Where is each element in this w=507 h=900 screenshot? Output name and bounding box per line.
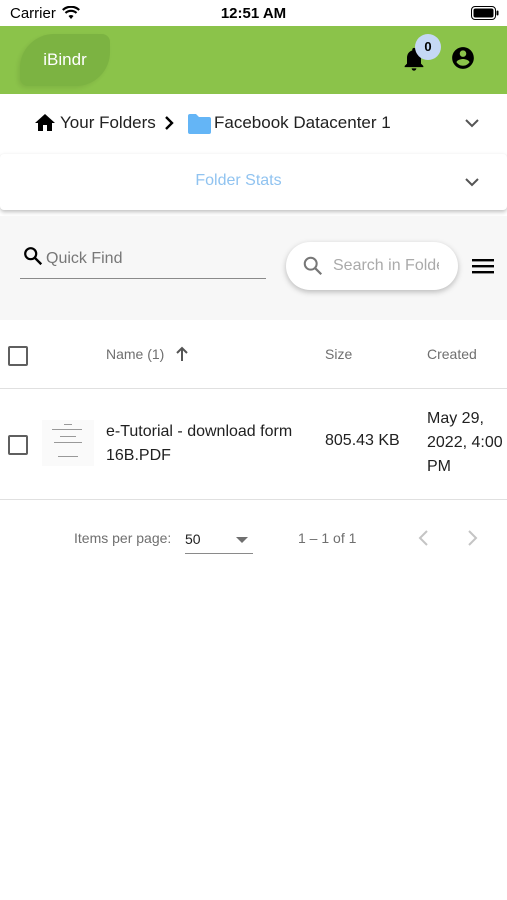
table-header: Name (1) Size Created [0, 320, 507, 389]
page-range-label: 1 – 1 of 1 [298, 530, 357, 546]
chevron-left-icon[interactable] [414, 527, 434, 554]
battery-icon [471, 6, 499, 25]
quick-find-input[interactable] [46, 250, 264, 268]
file-thumbnail[interactable] [42, 420, 94, 466]
created-column-header[interactable]: Created [427, 346, 477, 362]
size-column-header[interactable]: Size [325, 346, 352, 362]
account-icon[interactable] [450, 45, 476, 76]
folder-icon [186, 113, 212, 140]
breadcrumb-current: Facebook Datacenter 1 [214, 113, 391, 132]
arrow-up-icon[interactable] [174, 345, 190, 368]
chevron-down-icon[interactable] [462, 175, 482, 196]
select-all-checkbox[interactable] [8, 346, 28, 366]
breadcrumb: Your Folders Facebook Datacenter 1 [0, 94, 507, 152]
status-bar: Carrier 12:51 AM [0, 0, 507, 26]
file-name[interactable]: e-Tutorial - download form 16B.PDF [106, 420, 316, 468]
folder-stats-panel[interactable]: Folder Stats [0, 154, 507, 210]
folder-stats-title: Folder Stats [195, 172, 282, 189]
notification-badge: 0 [415, 34, 441, 60]
paginator: Items per page: 50 1 – 1 of 1 [0, 500, 507, 576]
clock: 12:51 AM [220, 5, 287, 22]
search-icon [302, 255, 324, 282]
items-per-page-select[interactable]: 50 [185, 527, 253, 554]
menu-icon[interactable] [471, 256, 495, 281]
row-checkbox[interactable] [8, 435, 28, 455]
file-created: May 29, 2022, 4:00 PM [427, 410, 503, 475]
app-logo[interactable]: iBindr [20, 34, 110, 86]
search-toolbar [0, 216, 507, 320]
folder-search-box[interactable] [286, 242, 458, 290]
folder-search-input[interactable] [333, 257, 439, 275]
home-icon[interactable] [33, 111, 57, 140]
items-per-page-label: Items per page: [74, 530, 172, 546]
quick-find-underline [20, 278, 266, 279]
breadcrumb-root[interactable]: Your Folders [60, 113, 156, 133]
search-icon [22, 245, 44, 272]
chevron-right-icon[interactable] [462, 527, 482, 554]
name-column-header[interactable]: Name (1) [106, 346, 164, 362]
file-size: 805.43 KB [325, 432, 400, 449]
dropdown-caret-icon [236, 537, 248, 543]
chevron-down-icon[interactable] [462, 116, 482, 137]
chevron-right-icon [162, 113, 178, 138]
app-bar: iBindr 0 [0, 26, 507, 94]
table-row[interactable]: e-Tutorial - download form 16B.PDF 805.4… [0, 389, 507, 500]
items-per-page-value: 50 [185, 531, 201, 547]
